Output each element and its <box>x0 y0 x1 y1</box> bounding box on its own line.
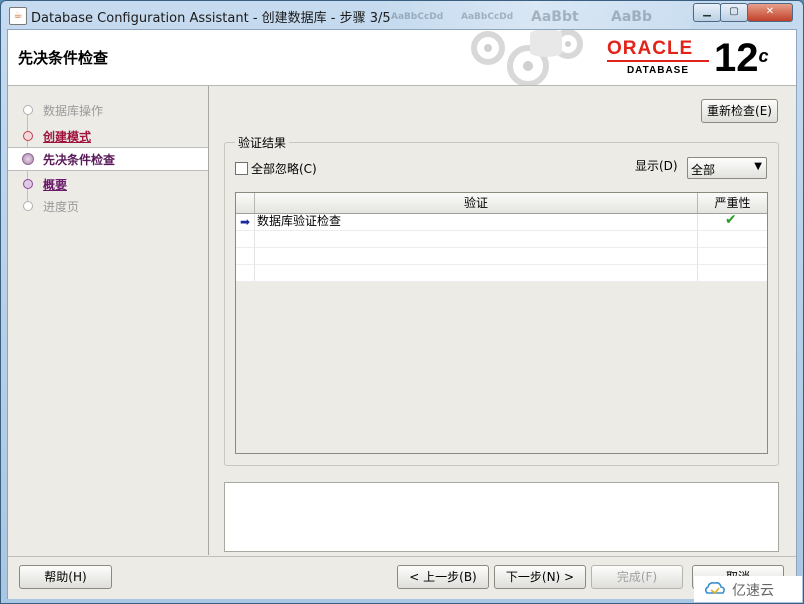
validation-results-group: 验证结果 全部忽略(C) 显示(D) 全部 ▼ 验证 严重性 ➡ 数据库验证检查… <box>224 134 779 466</box>
step-dot-icon <box>23 179 33 189</box>
empty-cell <box>236 248 255 264</box>
header-banner: 先决条件检查 ORACLE DATABASE 12c <box>8 30 796 86</box>
next-button[interactable]: 下一步(N) > <box>494 565 586 589</box>
footer-bar: 帮助(H) < 上一步(B) 下一步(N) > 完成(F) 取消 <box>8 556 796 599</box>
ghost-text-3: AaBbt <box>531 9 579 25</box>
table-row-empty <box>236 231 767 248</box>
column-header-check[interactable]: 验证 <box>255 193 698 213</box>
recheck-button[interactable]: 重新检查(E) <box>701 99 778 123</box>
oracle-logo-rule <box>607 60 709 62</box>
main-content: 重新检查(E) 验证结果 全部忽略(C) 显示(D) 全部 ▼ 验证 严重性 ➡… <box>209 86 796 555</box>
green-check-icon: ✔ <box>725 212 737 228</box>
empty-cell <box>236 231 255 247</box>
oracle-product: DATABASE <box>626 65 690 76</box>
table-row-empty <box>236 265 767 282</box>
client-area: 先决条件检查 ORACLE DATABASE 12c 数据库操作 创建模式 先决… <box>7 29 797 599</box>
severity-cell: ✔ <box>698 212 767 230</box>
version-suffix: c <box>758 46 769 66</box>
watermark-text: 亿速云 <box>732 583 774 599</box>
empty-cell <box>255 231 698 247</box>
empty-cell <box>236 265 255 281</box>
steps-sidebar: 数据库操作 创建模式 先决条件检查 概要 进度页 <box>8 86 209 555</box>
step-creation-mode[interactable]: 创建模式 <box>8 126 208 146</box>
step-label[interactable]: 概要 <box>43 176 67 193</box>
gears-graphic <box>471 30 583 85</box>
version-badge: 12c <box>714 36 769 80</box>
row-pointer-arrow-icon: ➡ <box>240 215 251 229</box>
minimize-icon: ▁ <box>703 6 711 17</box>
oracle-brand: ORACLE <box>607 38 694 59</box>
maximize-button[interactable]: ▢ <box>720 3 748 22</box>
chevron-down-icon: ▼ <box>754 161 762 172</box>
title-bar-reflection: AaBbCcDd AaBbCcDd AaBbt AaBb <box>381 1 691 29</box>
step-summary[interactable]: 概要 <box>8 174 208 194</box>
ghost-text-1: AaBbCcDd <box>391 12 444 22</box>
header-indicator-cell <box>236 193 255 213</box>
check-cell: 数据库验证检查 <box>257 214 698 230</box>
ignore-all-label[interactable]: 全部忽略(C) <box>251 160 317 177</box>
ghost-text-2: AaBbCcDd <box>461 12 514 22</box>
dbca-window: ☕ Database Configuration Assistant - 创建数… <box>0 0 804 604</box>
close-icon: ✕ <box>765 6 775 17</box>
empty-cell <box>255 248 698 264</box>
step-current-dot-icon <box>22 153 34 165</box>
minimize-button[interactable]: ▁ <box>693 3 721 22</box>
watermark: 亿速云 <box>694 576 802 602</box>
column-header-severity[interactable]: 严重性 <box>698 193 767 213</box>
oracle-logo: ORACLE DATABASE <box>607 39 709 76</box>
step-prerequisite-checks[interactable]: 先决条件检查 <box>8 147 208 171</box>
step-database-operation: 数据库操作 <box>8 100 208 120</box>
group-title: 验证结果 <box>235 134 290 151</box>
help-button[interactable]: 帮助(H) <box>19 565 112 589</box>
table-header: 验证 严重性 <box>236 193 767 214</box>
validation-table: 验证 严重性 ➡ 数据库验证检查 ✔ <box>235 192 768 454</box>
details-message-area[interactable] <box>224 482 779 552</box>
show-filter-label: 显示(D) <box>635 159 678 173</box>
cloud-logo-icon <box>704 582 725 595</box>
window-title: Database Configuration Assistant - 创建数据库… <box>31 11 391 26</box>
finish-button: 完成(F) <box>591 565 683 589</box>
version-number: 12 <box>714 36 759 80</box>
table-row-empty <box>236 248 767 265</box>
close-button[interactable]: ✕ <box>747 3 793 22</box>
step-dot-icon <box>23 131 33 141</box>
step-dot-icon <box>23 105 33 115</box>
row-indicator-cell: ➡ <box>236 214 255 230</box>
step-progress-page: 进度页 <box>8 196 208 216</box>
empty-cell <box>255 265 698 281</box>
show-filter-select[interactable]: 全部 ▼ <box>687 157 767 179</box>
step-label: 先决条件检查 <box>43 153 116 167</box>
maximize-icon: ▢ <box>729 6 739 17</box>
title-bar[interactable]: ☕ Database Configuration Assistant - 创建数… <box>1 1 803 29</box>
page-title: 先决条件检查 <box>18 49 109 67</box>
back-button[interactable]: < 上一步(B) <box>397 565 489 589</box>
checkbox-box[interactable] <box>235 162 248 175</box>
ghost-text-4: AaBb <box>611 9 652 25</box>
java-app-icon: ☕ <box>9 7 27 25</box>
step-dot-icon <box>23 201 33 211</box>
table-row[interactable]: ➡ 数据库验证检查 ✔ <box>236 212 767 231</box>
step-label: 数据库操作 <box>43 104 104 118</box>
step-label[interactable]: 创建模式 <box>43 128 91 145</box>
select-value: 全部 <box>691 163 716 177</box>
step-label: 进度页 <box>43 200 80 214</box>
